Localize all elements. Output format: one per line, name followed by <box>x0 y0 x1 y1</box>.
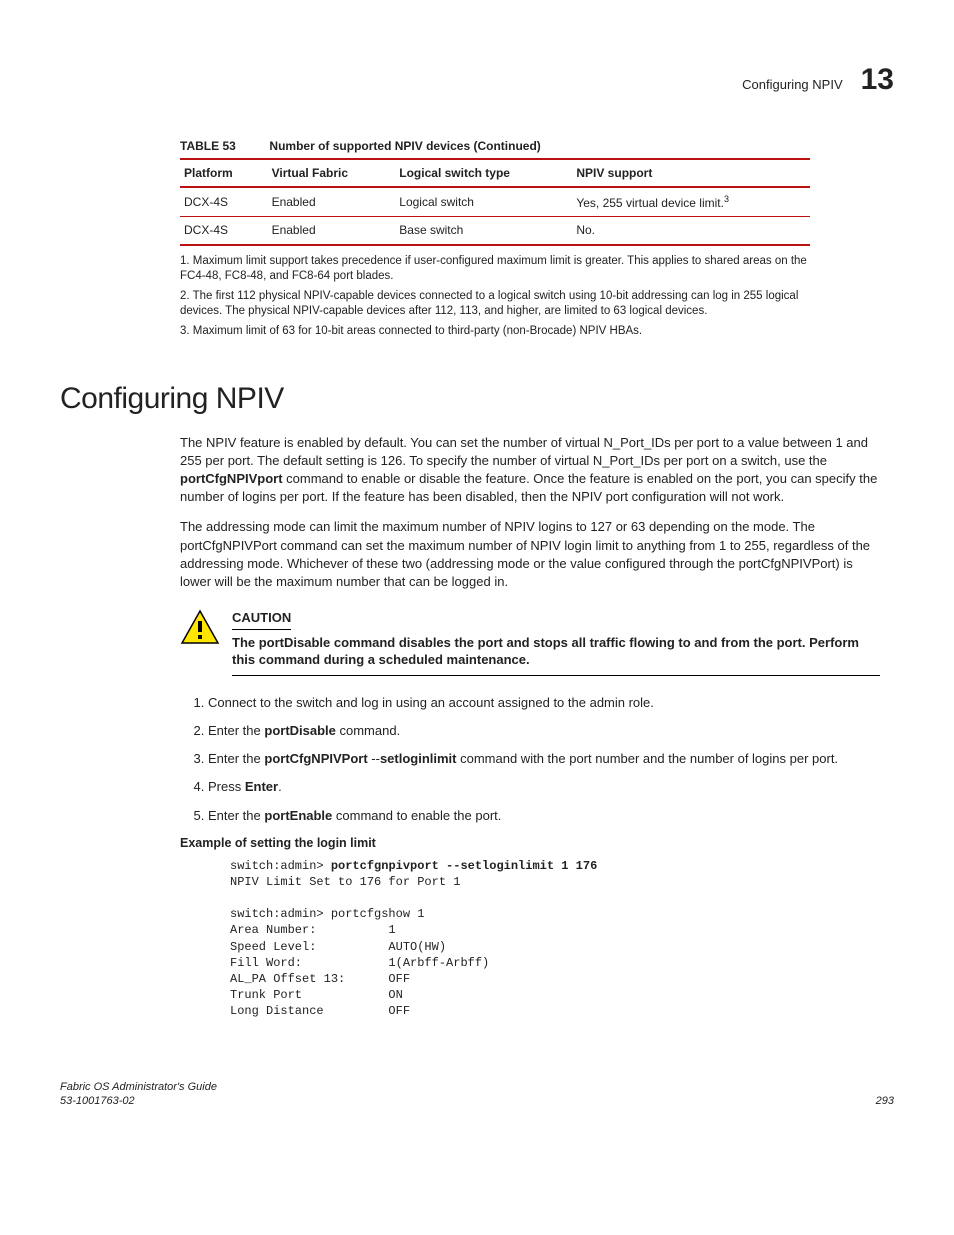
table-block: TABLE 53 Number of supported NPIV device… <box>180 137 894 340</box>
npiv-table: Platform Virtual Fabric Logical switch t… <box>180 158 810 246</box>
caution-label: CAUTION <box>232 609 291 630</box>
paragraph-1: The NPIV feature is enabled by default. … <box>180 434 880 507</box>
step-5: Enter the portEnable command to enable t… <box>208 807 888 825</box>
col-logical-switch-type: Logical switch type <box>395 159 572 187</box>
table-row: DCX-4S Enabled Logical switch Yes, 255 v… <box>180 187 810 217</box>
cell-support: Yes, 255 virtual device limit.3 <box>572 187 810 217</box>
table-description: Number of supported NPIV devices (Contin… <box>269 139 540 153</box>
step-1: Connect to the switch and log in using a… <box>208 694 888 712</box>
cell-vf: Enabled <box>268 217 396 245</box>
col-npiv-support: NPIV support <box>572 159 810 187</box>
footnote-3: 3. Maximum limit of 63 for 10-bit areas … <box>180 324 810 340</box>
table-row: DCX-4S Enabled Base switch No. <box>180 217 810 245</box>
footer-doc-number: 53-1001763-02 <box>60 1094 217 1109</box>
table-label: TABLE 53 <box>180 139 236 153</box>
steps-list: Connect to the switch and log in using a… <box>180 694 888 825</box>
col-virtual-fabric: Virtual Fabric <box>268 159 396 187</box>
cell-platform: DCX-4S <box>180 187 268 217</box>
table-footnotes: 1. Maximum limit support takes precedenc… <box>180 254 810 340</box>
col-platform: Platform <box>180 159 268 187</box>
footer-left: Fabric OS Administrator's Guide 53-10017… <box>60 1080 217 1110</box>
footer-guide-title: Fabric OS Administrator's Guide <box>60 1080 217 1095</box>
caution-icon <box>180 609 220 650</box>
footnote-1: 1. Maximum limit support takes precedenc… <box>180 254 810 285</box>
step-3: Enter the portCfgNPIVPort --setloginlimi… <box>208 750 888 768</box>
cell-lst: Logical switch <box>395 187 572 217</box>
code-block: switch:admin> portcfgnpivport --setlogin… <box>230 858 894 1020</box>
step-4: Press Enter. <box>208 778 888 796</box>
caution-body: The portDisable command disables the por… <box>232 634 880 676</box>
chapter-number: 13 <box>861 60 894 101</box>
header-section-title: Configuring NPIV <box>742 76 842 94</box>
cell-support: No. <box>572 217 810 245</box>
table-caption: TABLE 53 Number of supported NPIV device… <box>180 137 894 155</box>
footer-page-number: 293 <box>876 1094 894 1109</box>
cell-lst: Base switch <box>395 217 572 245</box>
step-2: Enter the portDisable command. <box>208 722 888 740</box>
caution-text: CAUTION The portDisable command disables… <box>232 609 880 676</box>
page-footer: Fabric OS Administrator's Guide 53-10017… <box>60 1080 894 1110</box>
example-label: Example of setting the login limit <box>180 835 894 852</box>
cell-platform: DCX-4S <box>180 217 268 245</box>
caution-block: CAUTION The portDisable command disables… <box>180 609 880 676</box>
paragraph-2: The addressing mode can limit the maximu… <box>180 518 880 591</box>
page-header: Configuring NPIV 13 <box>60 60 894 101</box>
cell-vf: Enabled <box>268 187 396 217</box>
footnote-2: 2. The first 112 physical NPIV-capable d… <box>180 289 810 320</box>
body-text: The NPIV feature is enabled by default. … <box>180 434 880 592</box>
section-heading: Configuring NPIV <box>60 379 894 420</box>
table-header-row: Platform Virtual Fabric Logical switch t… <box>180 159 810 187</box>
